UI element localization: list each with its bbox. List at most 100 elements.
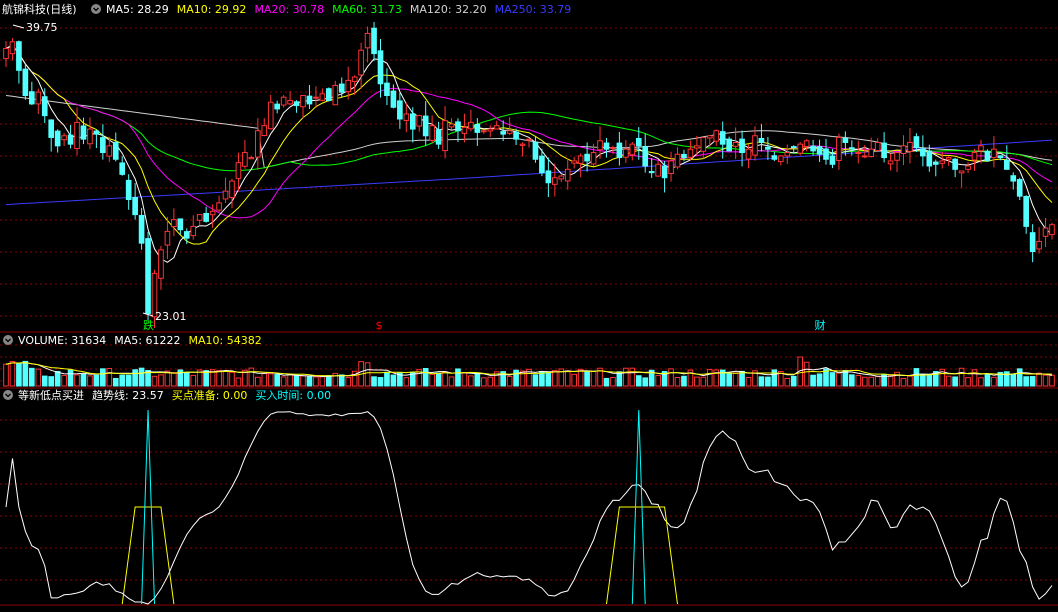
candle-up <box>248 157 255 160</box>
volume-bar <box>1042 374 1049 387</box>
volume-bar <box>22 360 29 387</box>
volume-bar <box>668 368 674 387</box>
chevron-down-icon[interactable] <box>3 390 13 400</box>
volume-bar <box>480 377 487 387</box>
volume-bar <box>552 370 558 387</box>
volume-bar <box>222 370 229 387</box>
candle-up <box>364 32 371 49</box>
volume-bar <box>48 376 55 387</box>
volume-bar <box>364 362 371 387</box>
candle-up <box>448 123 455 128</box>
volume-bar <box>829 372 836 387</box>
stock-chart: 航锦科技(日线) MA5: 28.29 MA10: 29.92 MA20: 30.7… <box>0 2 1058 606</box>
candle-up <box>351 76 358 82</box>
candle-down <box>22 68 29 96</box>
candle-up <box>745 148 752 160</box>
volume-bar <box>171 372 177 387</box>
high-price-label: 39.75 <box>26 21 58 34</box>
candle-up <box>887 160 894 165</box>
volume-bar <box>861 376 868 387</box>
candle-down <box>681 153 687 159</box>
volume-bar <box>384 371 390 387</box>
volume-bar <box>41 375 48 387</box>
volume-bar <box>429 373 435 387</box>
legend-item: MA10: 54382 <box>188 334 261 347</box>
volume-bar <box>306 376 313 387</box>
volume-bar <box>183 372 190 387</box>
candle-down <box>513 131 519 140</box>
candle-up <box>480 130 487 133</box>
legend-item: 买入时间: 0.00 <box>255 389 331 402</box>
candle-up <box>235 162 242 179</box>
legend-item: MA60: 31.73 <box>332 3 402 16</box>
candle-up <box>803 140 810 147</box>
candle-down <box>183 231 190 239</box>
candle-down <box>635 137 642 147</box>
candle-up <box>164 230 171 246</box>
candle-down <box>661 165 668 179</box>
volume-bar <box>616 371 623 387</box>
candle-down <box>306 95 313 105</box>
candle-up <box>777 155 784 163</box>
candle-up <box>706 135 713 139</box>
candle-down <box>132 197 138 216</box>
candle-down <box>93 130 100 135</box>
event-marker: 跌 <box>143 318 154 332</box>
candle-down <box>913 136 920 149</box>
candle-down <box>726 138 732 152</box>
candle-up <box>280 96 287 106</box>
candle-down <box>920 148 926 157</box>
volume-bar <box>765 376 771 387</box>
candle-up <box>655 163 661 177</box>
candle-down <box>112 141 119 160</box>
candle-down <box>397 100 403 120</box>
candle-up <box>519 143 526 146</box>
candle-down <box>539 155 545 174</box>
candle-up <box>358 49 364 76</box>
candle-up <box>487 128 494 132</box>
price-header: 航锦科技(日线) MA5: 28.29 MA10: 29.92 MA20: 30.7… <box>2 2 571 16</box>
volume-bar <box>836 372 842 387</box>
candle-up <box>190 225 197 237</box>
candle-up <box>958 170 965 174</box>
volume-bar <box>216 370 222 387</box>
candle-up <box>784 152 791 157</box>
candle-up <box>700 136 707 152</box>
chevron-down-icon[interactable] <box>91 4 101 14</box>
volume-bar <box>229 371 235 387</box>
candle-down <box>16 41 22 71</box>
volume-bar <box>254 376 261 387</box>
candle-up <box>403 113 410 121</box>
candle-down <box>932 161 939 165</box>
volume-bar <box>119 374 126 387</box>
candle-up <box>171 219 177 228</box>
candle-down <box>926 150 933 167</box>
volume-bar <box>461 372 468 387</box>
candle-up <box>668 160 674 174</box>
candle-up <box>300 95 306 108</box>
candle-down <box>474 123 481 133</box>
volume-bar <box>300 375 306 387</box>
volume-bar <box>655 375 661 387</box>
candle-up <box>978 145 984 152</box>
candle-down <box>41 96 48 117</box>
candle-down <box>603 142 610 150</box>
chevron-down-icon[interactable] <box>3 335 13 345</box>
volume-bar <box>610 376 616 387</box>
volume-bar <box>810 374 816 387</box>
event-markers: 跌 $ 财 <box>143 318 826 332</box>
volume-bar <box>907 375 913 387</box>
volume-bar <box>816 373 823 387</box>
candle-down <box>390 90 397 108</box>
candle-up <box>209 210 216 216</box>
candle-down <box>881 142 887 159</box>
volume-bar <box>455 368 461 387</box>
legend-item: 趋势线: 23.57 <box>92 388 164 402</box>
candle-down <box>952 158 958 170</box>
candle-up <box>752 135 758 156</box>
candle-up <box>571 160 578 164</box>
candle-up <box>991 148 997 159</box>
volume-bar <box>842 369 849 387</box>
candle-down <box>816 146 823 155</box>
candle-down <box>842 137 849 143</box>
